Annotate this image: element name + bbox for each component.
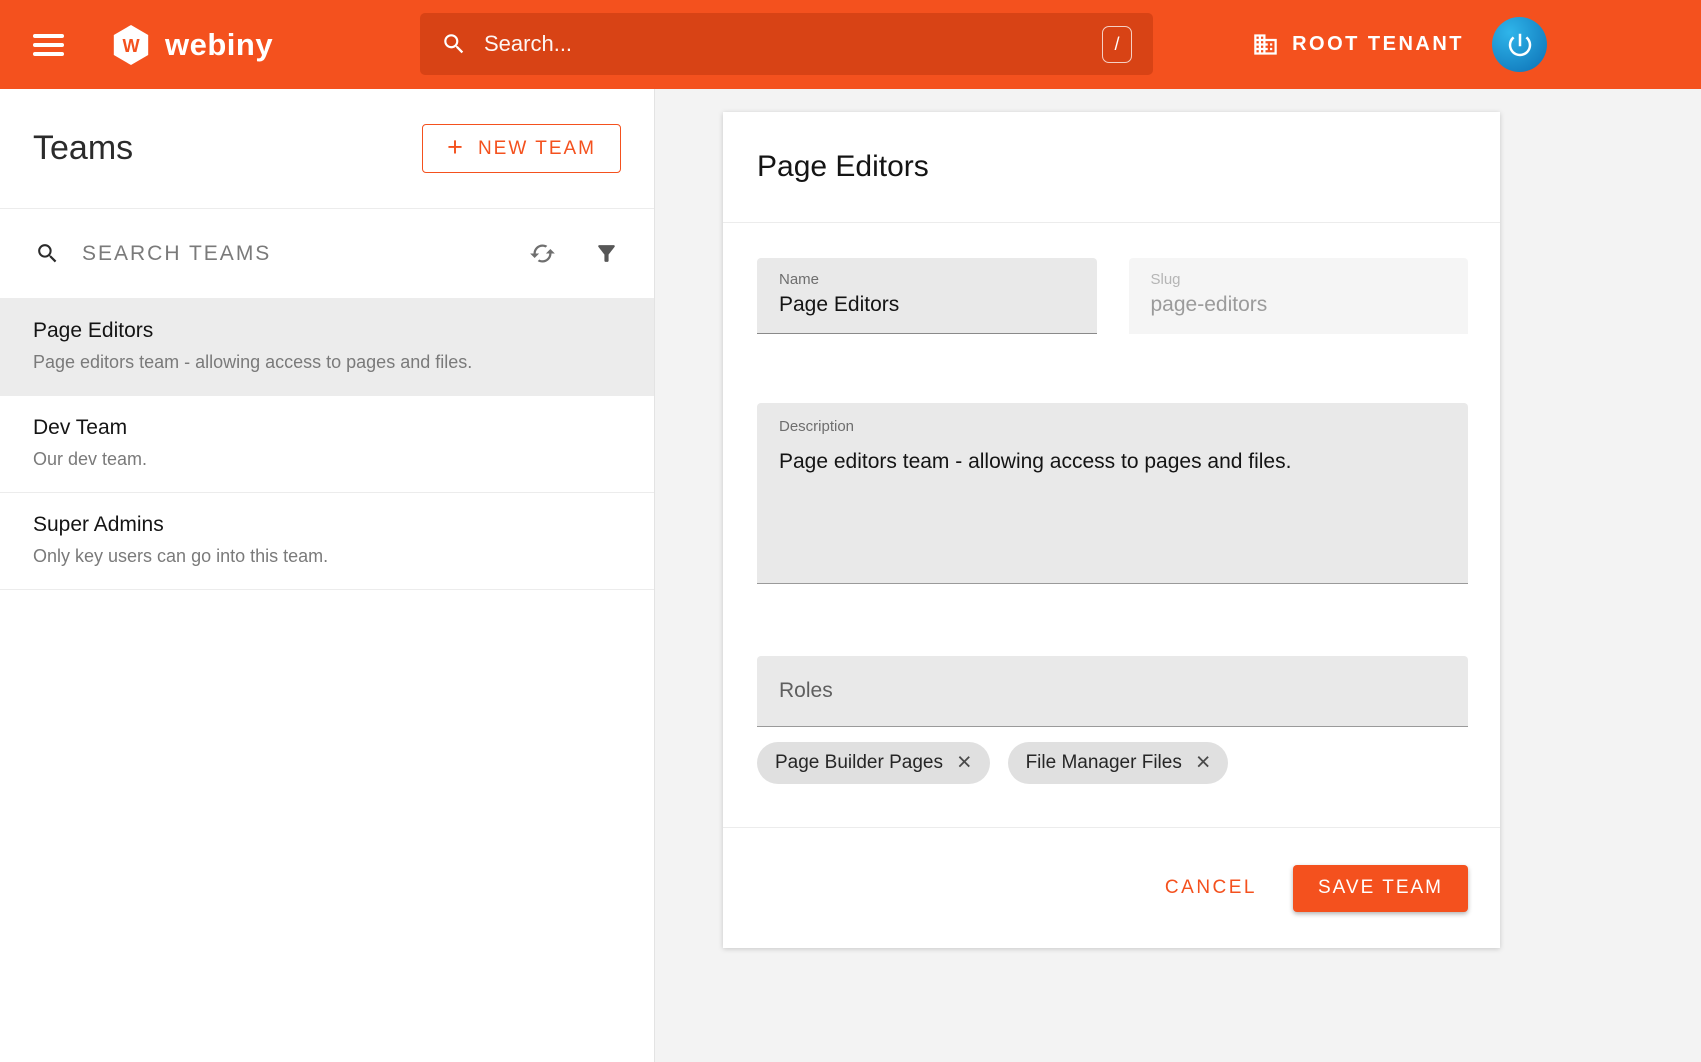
slug-label: Slug (1151, 271, 1447, 288)
team-form-card: Page Editors Name Slug Description Page … (723, 112, 1500, 948)
slug-field: Slug (1129, 258, 1469, 334)
team-list-item[interactable]: Dev Team Our dev team. (0, 396, 654, 493)
page-title: Teams (33, 129, 133, 168)
team-name: Page Editors (33, 319, 621, 343)
tenant-label: ROOT TENANT (1292, 33, 1464, 56)
global-search[interactable]: / (420, 13, 1153, 75)
refresh-icon (529, 240, 556, 267)
roles-chips: Page Builder Pages × File Manager Files … (757, 742, 1468, 784)
team-name: Super Admins (33, 513, 621, 537)
plus-icon: + (447, 134, 465, 161)
teams-panel: Teams + NEW TEAM Page Editors Page edito… (0, 89, 655, 1062)
logo-text: webiny (165, 27, 273, 63)
team-list-item[interactable]: Super Admins Only key users can go into … (0, 493, 654, 590)
team-list: Page Editors Page editors team - allowin… (0, 299, 654, 590)
name-label: Name (779, 271, 1075, 288)
building-icon (1252, 31, 1279, 58)
description-input[interactable]: Page editors team - allowing access to p… (779, 447, 1446, 565)
role-chip-label: File Manager Files (1026, 752, 1182, 774)
team-description: Page editors team - allowing access to p… (33, 352, 621, 373)
name-field[interactable]: Name (757, 258, 1097, 334)
filter-icon (594, 241, 619, 266)
power-icon (1505, 30, 1535, 60)
role-chip[interactable]: Page Builder Pages × (757, 742, 990, 784)
roles-label: Roles (779, 679, 833, 703)
team-description: Our dev team. (33, 449, 621, 470)
close-icon[interactable]: × (957, 750, 972, 775)
roles-field[interactable]: Roles (757, 656, 1468, 727)
team-list-item[interactable]: Page Editors Page editors team - allowin… (0, 299, 654, 396)
menu-icon[interactable] (33, 29, 64, 61)
close-icon[interactable]: × (1196, 750, 1211, 775)
svg-text:W: W (122, 36, 140, 56)
teams-search-input[interactable] (82, 242, 491, 266)
tenant-selector[interactable]: ROOT TENANT (1252, 0, 1464, 89)
teams-header: Teams + NEW TEAM (0, 89, 654, 209)
name-input[interactable] (779, 293, 1075, 317)
save-team-button[interactable]: SAVE TEAM (1293, 865, 1468, 912)
global-search-input[interactable] (484, 31, 1085, 57)
search-icon (35, 241, 60, 266)
refresh-button[interactable] (529, 240, 556, 267)
form-footer: CANCEL SAVE TEAM (723, 827, 1500, 948)
new-team-button[interactable]: + NEW TEAM (422, 124, 621, 173)
webiny-logo[interactable]: W webiny (110, 24, 273, 66)
slug-input (1151, 293, 1447, 317)
description-field[interactable]: Description Page editors team - allowing… (757, 403, 1468, 584)
content-area: Page Editors Name Slug Description Page … (655, 89, 1701, 1062)
form-title: Page Editors (723, 112, 1500, 223)
cancel-button[interactable]: CANCEL (1159, 867, 1263, 909)
user-avatar[interactable] (1492, 17, 1547, 72)
role-chip-label: Page Builder Pages (775, 752, 943, 774)
search-icon (441, 31, 467, 57)
role-chip[interactable]: File Manager Files × (1008, 742, 1229, 784)
team-description: Only key users can go into this team. (33, 546, 621, 567)
top-bar: W webiny / ROOT TENANT (0, 0, 1701, 89)
teams-search-bar (0, 209, 654, 299)
team-name: Dev Team (33, 416, 621, 440)
form-body: Name Slug Description Page editors team … (723, 223, 1500, 784)
keyboard-shortcut-badge: / (1102, 26, 1132, 63)
webiny-hexagon-icon: W (110, 24, 152, 66)
description-label: Description (779, 418, 1446, 435)
new-team-label: NEW TEAM (478, 138, 596, 160)
filter-button[interactable] (594, 241, 619, 266)
